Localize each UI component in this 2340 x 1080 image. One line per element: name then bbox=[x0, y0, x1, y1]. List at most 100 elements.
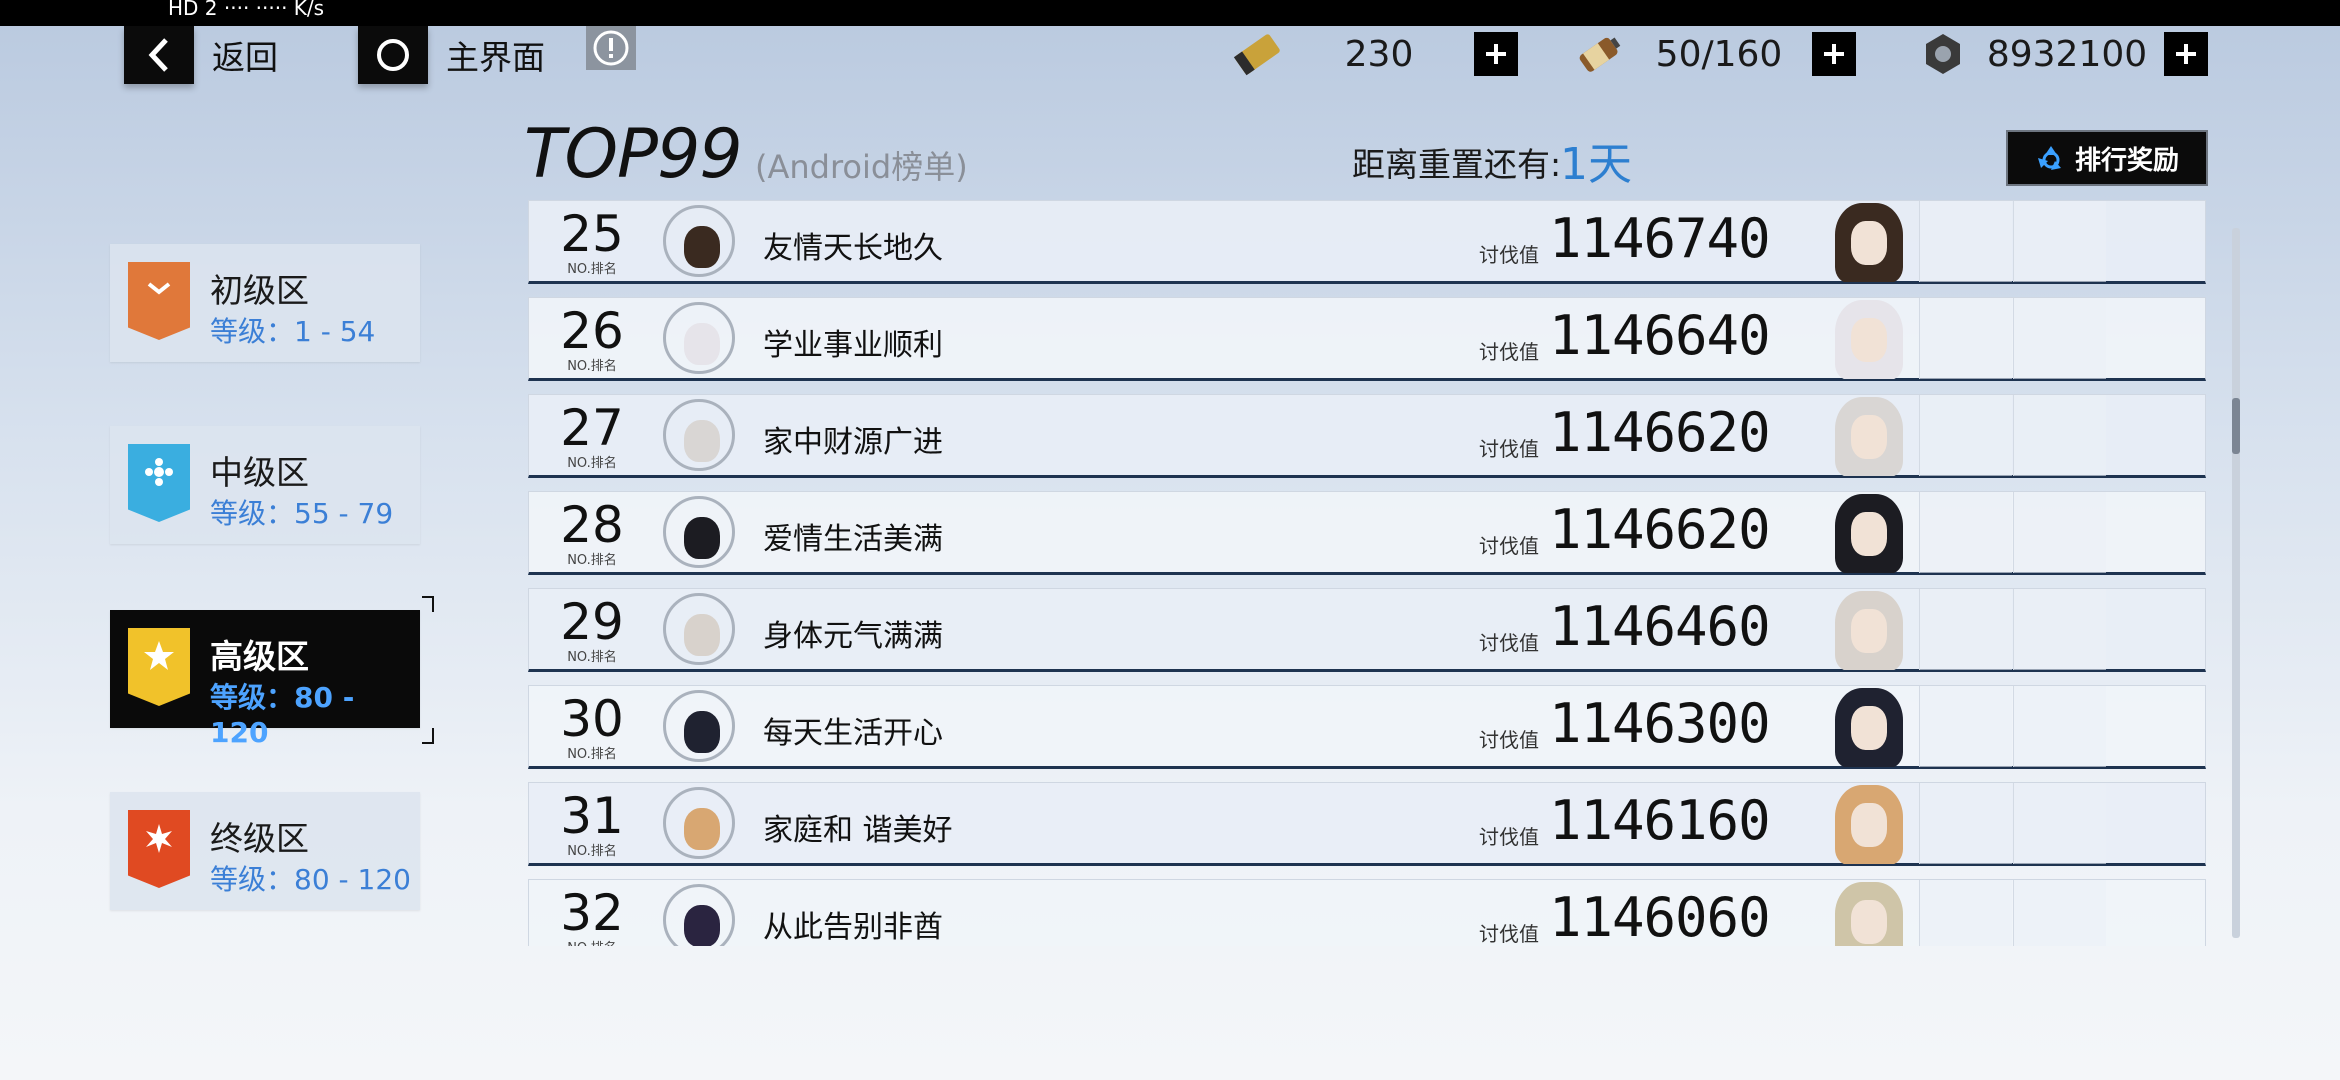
ranking-reward-button[interactable]: 排行奖励 bbox=[2006, 130, 2208, 186]
tier-level: 等级：1 - 54 bbox=[210, 315, 376, 348]
score-value: 1146060 bbox=[1549, 886, 1771, 946]
home-circle-icon bbox=[358, 26, 428, 84]
tier-intermediate[interactable]: 中级区 等级：55 - 79 bbox=[110, 426, 420, 544]
rank-number: 25 bbox=[560, 205, 624, 263]
empty-slot bbox=[2013, 686, 2106, 767]
tier-beginner[interactable]: 初级区 等级：1 - 54 bbox=[110, 244, 420, 362]
rank-sub-label: NO.排名 bbox=[529, 937, 655, 946]
player-name: 学业事业顺利 bbox=[763, 328, 943, 363]
battery-icon bbox=[1579, 37, 1621, 72]
ranking-row[interactable]: 28 NO.排名 爱情生活美满 讨伐值 1146620 bbox=[528, 491, 2206, 575]
player-avatar[interactable] bbox=[663, 302, 735, 374]
back-button[interactable]: 返回 bbox=[124, 26, 278, 84]
currency-gear: 8932100 bbox=[1916, 28, 2208, 80]
tier-level: 等级：80 - 120 bbox=[210, 681, 355, 749]
player-avatar[interactable] bbox=[663, 593, 735, 665]
score-value: 1146740 bbox=[1549, 207, 1771, 270]
character-portrait bbox=[1821, 880, 1917, 946]
player-avatar[interactable] bbox=[663, 205, 735, 277]
rank-sub-label: NO.排名 bbox=[567, 553, 617, 568]
list-scrollbar-thumb[interactable] bbox=[2232, 398, 2240, 454]
rank-sub-label: NO.排名 bbox=[567, 262, 617, 277]
page-subtitle: (Android榜单) bbox=[755, 148, 968, 186]
player-name: 每天生活开心 bbox=[763, 716, 943, 751]
ranking-row[interactable]: 30 NO.排名 每天生活开心 讨伐值 1146300 bbox=[528, 685, 2206, 769]
add-ticket-button[interactable] bbox=[1474, 32, 1518, 76]
page-title: TOP99 bbox=[524, 115, 743, 194]
rank-number: 31 bbox=[560, 787, 624, 845]
empty-slot bbox=[2013, 589, 2106, 670]
ranking-row[interactable]: 25 NO.排名 友情天长地久 讨伐值 1146740 bbox=[528, 200, 2206, 284]
currency-battery: 50/160 bbox=[1570, 28, 1856, 80]
score-label: 讨伐值 bbox=[1479, 437, 1539, 461]
tier-ultimate[interactable]: 终级区 等级：80 - 120 bbox=[110, 792, 420, 910]
player-avatar[interactable] bbox=[663, 884, 735, 946]
tier-name: 中级区 bbox=[210, 453, 309, 492]
character-portrait bbox=[1821, 201, 1917, 282]
rank-sub-label: NO.排名 bbox=[567, 650, 617, 665]
info-button[interactable] bbox=[586, 26, 636, 70]
list-scrollbar[interactable] bbox=[2232, 228, 2240, 938]
tier-badge bbox=[128, 444, 190, 522]
reset-countdown-value: 1天 bbox=[1560, 139, 1632, 190]
tier-name: 初级区 bbox=[210, 271, 309, 310]
status-bar: HD 2 ···· ····· K/s bbox=[0, 0, 2340, 26]
selection-bracket-bottom bbox=[422, 728, 434, 744]
ranking-row[interactable]: 31 NO.排名 家庭和 谐美好 讨伐值 1146160 bbox=[528, 782, 2206, 866]
home-button[interactable]: 主界面 bbox=[358, 26, 545, 84]
ranking-row[interactable]: 29 NO.排名 身体元气满满 讨伐值 1146460 bbox=[528, 588, 2206, 672]
empty-slot bbox=[2013, 298, 2106, 379]
character-portrait bbox=[1821, 395, 1917, 476]
chevron-down-icon bbox=[147, 282, 171, 295]
rank-sub-label: NO.排名 bbox=[567, 456, 617, 471]
ranking-list[interactable]: 25 NO.排名 友情天长地久 讨伐值 1146740 26 NO.排名 学业事… bbox=[528, 200, 2208, 946]
score-label: 讨伐值 bbox=[1479, 243, 1539, 267]
empty-slot bbox=[1919, 783, 2012, 864]
recycle-icon bbox=[2037, 146, 2061, 170]
flower-icon bbox=[145, 458, 173, 486]
empty-slot bbox=[1919, 201, 2012, 282]
empty-slot bbox=[2013, 201, 2106, 282]
gear-nut-icon bbox=[1926, 34, 1960, 74]
reset-countdown-label: 距离重置还有: bbox=[1352, 145, 1562, 184]
rank-sub-label: NO.排名 bbox=[567, 844, 617, 859]
exclamation-icon bbox=[593, 30, 629, 66]
score-label: 讨伐值 bbox=[1479, 728, 1539, 752]
score-value: 1146300 bbox=[1549, 692, 1771, 755]
gear-count: 8932100 bbox=[1986, 33, 2148, 75]
ranking-row[interactable]: 27 NO.排名 家中财源广进 讨伐值 1146620 bbox=[528, 394, 2206, 478]
empty-slot bbox=[1919, 880, 2012, 946]
player-avatar[interactable] bbox=[663, 496, 735, 568]
score-value: 1146620 bbox=[1549, 498, 1771, 561]
selection-bracket-top bbox=[422, 596, 434, 612]
plus-icon bbox=[2176, 44, 2196, 64]
score-label: 讨伐值 bbox=[1479, 825, 1539, 849]
player-avatar[interactable] bbox=[663, 787, 735, 859]
player-name: 爱情生活美满 bbox=[763, 522, 943, 557]
rank-number: 27 bbox=[560, 399, 624, 457]
score-value: 1146640 bbox=[1549, 304, 1771, 367]
player-name: 家庭和 谐美好 bbox=[763, 813, 953, 848]
ranking-row[interactable]: 32 NO.排名 从此告别非酋 讨伐值 1146060 bbox=[528, 879, 2206, 946]
rank-sub-label: NO.排名 bbox=[567, 359, 617, 374]
player-avatar[interactable] bbox=[663, 690, 735, 762]
empty-slot bbox=[1919, 492, 2012, 573]
score-label: 讨伐值 bbox=[1479, 534, 1539, 558]
tier-level: 等级：55 - 79 bbox=[210, 497, 394, 530]
score-value: 1146160 bbox=[1549, 789, 1771, 852]
tier-advanced[interactable]: 高级区 等级：80 - 120 bbox=[110, 610, 420, 749]
ranking-row[interactable]: 26 NO.排名 学业事业顺利 讨伐值 1146640 bbox=[528, 297, 2206, 381]
character-portrait bbox=[1821, 589, 1917, 670]
empty-slot bbox=[2013, 783, 2106, 864]
back-label: 返回 bbox=[212, 38, 278, 77]
empty-slot bbox=[1919, 298, 2012, 379]
tier-badge bbox=[128, 628, 190, 706]
add-battery-button[interactable] bbox=[1812, 32, 1856, 76]
empty-slot bbox=[1919, 589, 2012, 670]
add-gear-button[interactable] bbox=[2164, 32, 2208, 76]
character-portrait bbox=[1821, 492, 1917, 573]
rank-number: 28 bbox=[560, 496, 624, 554]
ranking-reward-label: 排行奖励 bbox=[2074, 145, 2179, 176]
player-avatar[interactable] bbox=[663, 399, 735, 471]
score-value: 1146620 bbox=[1549, 401, 1771, 464]
